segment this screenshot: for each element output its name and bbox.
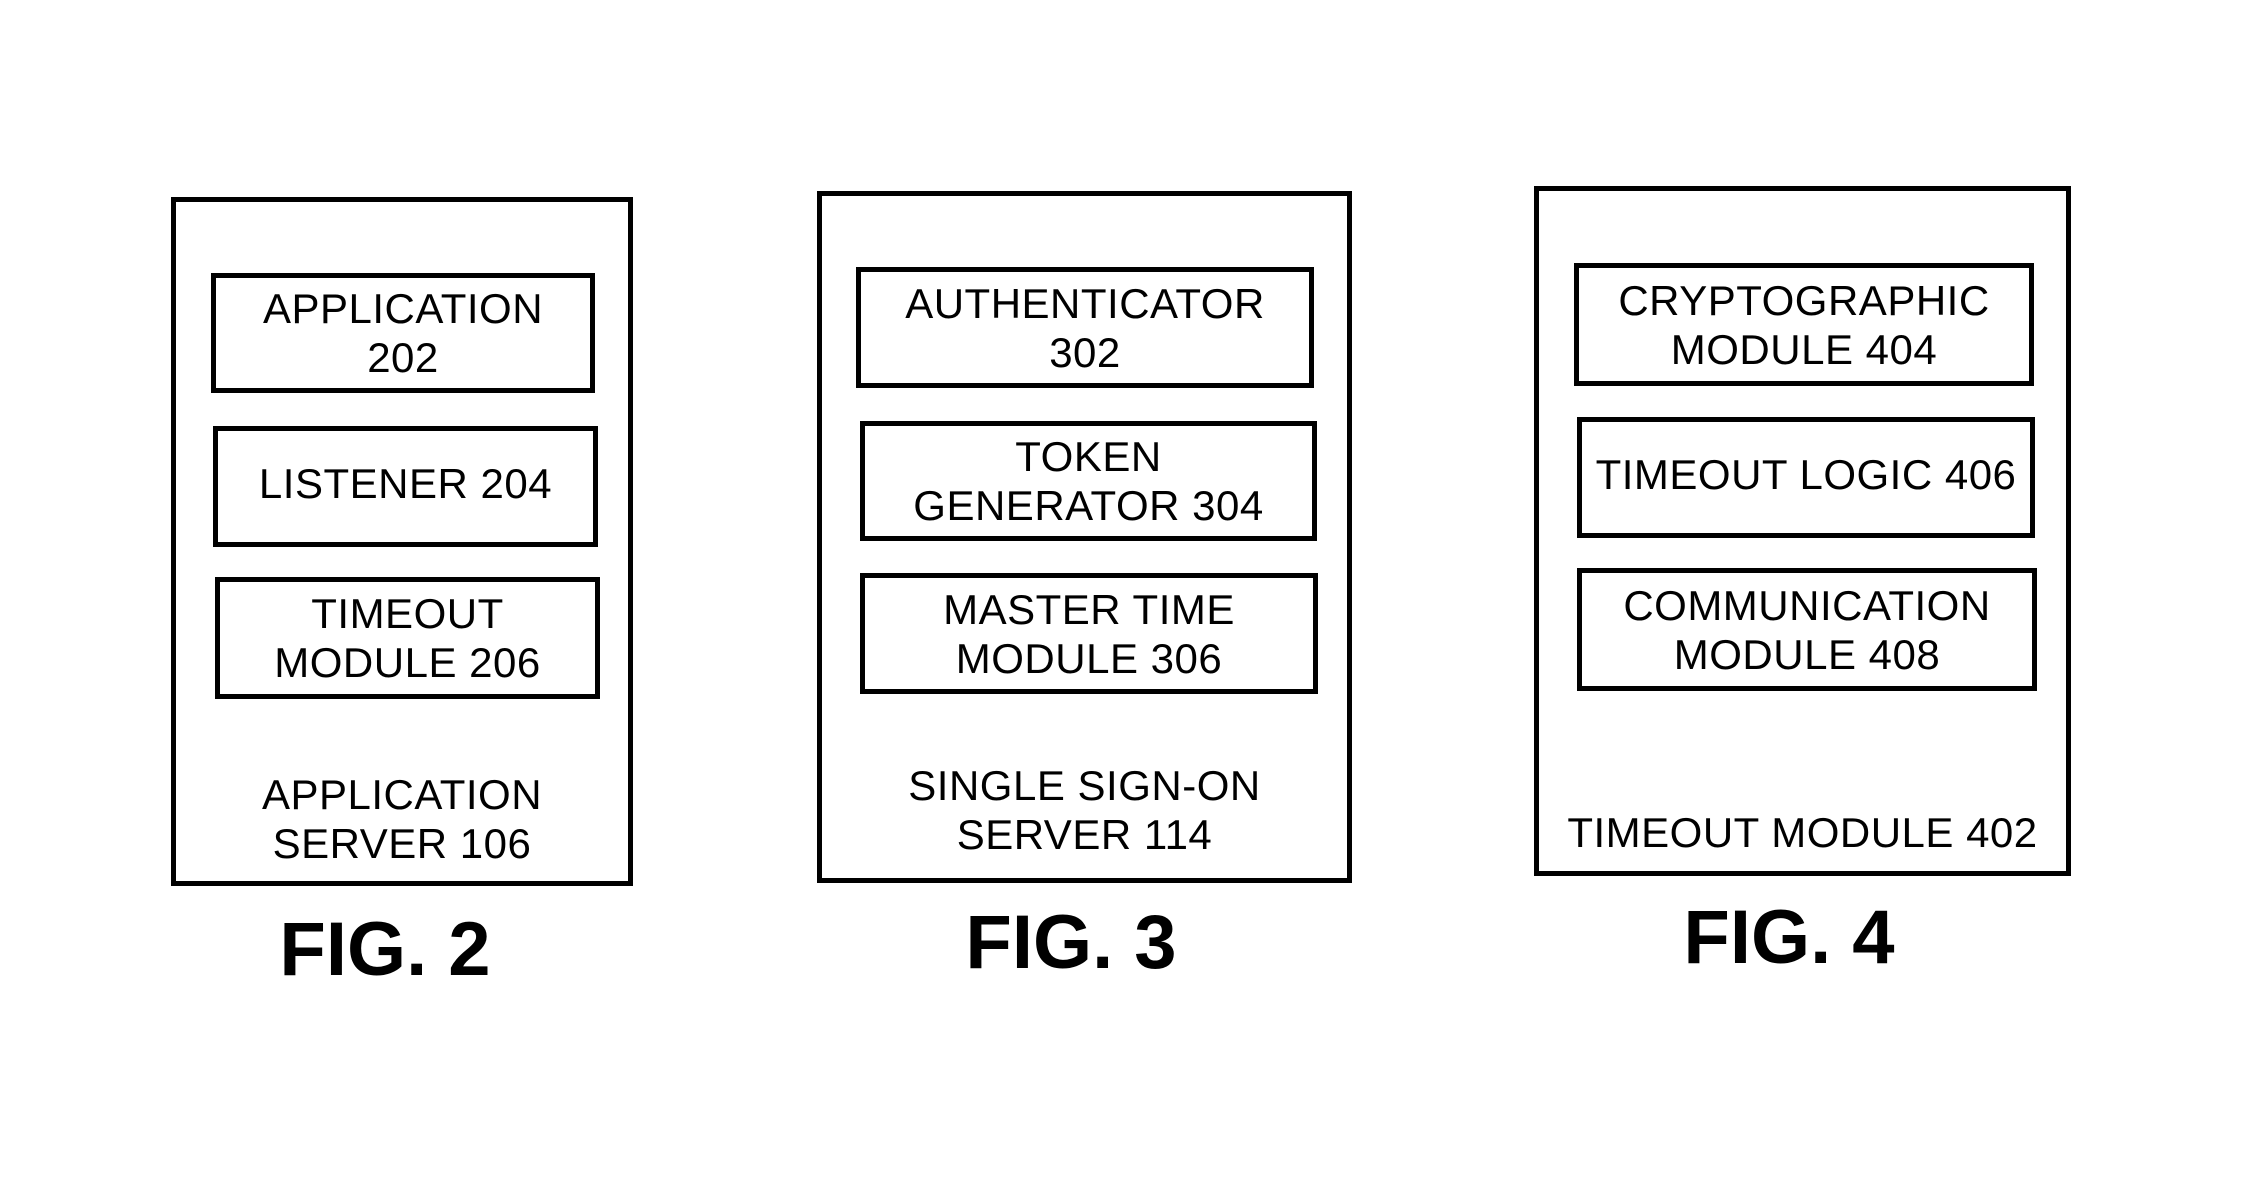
figure-label: FIG. 3 (965, 900, 1177, 985)
master-time-module-component: MASTER TIME MODULE 306 (860, 573, 1318, 694)
container-caption: TIMEOUT MODULE 402 (1539, 808, 2066, 857)
timeout-module-block: CRYPTOGRAPHIC MODULE 404 TIMEOUT LOGIC 4… (1534, 186, 2071, 876)
component-label-line1: TIMEOUT LOGIC 406 (1595, 451, 2017, 498)
timeout-logic-component: TIMEOUT LOGIC 406 (1577, 417, 2035, 538)
figure-label: FIG. 2 (279, 907, 491, 992)
component-label-line2: 202 (367, 334, 439, 381)
listener-component: LISTENER 204 (213, 426, 598, 547)
caption-line1: TIMEOUT MODULE 402 (1567, 809, 2038, 856)
single-sign-on-server-block: AUTHENTICATOR 302 TOKEN GENERATOR 304 MA… (817, 191, 1352, 883)
component-label-line1: LISTENER 204 (258, 460, 553, 507)
communication-module-component: COMMUNICATION MODULE 408 (1577, 568, 2037, 691)
container-caption: SINGLE SIGN-ON SERVER 114 (822, 761, 1347, 859)
token-generator-component: TOKEN GENERATOR 304 (860, 421, 1317, 541)
component-label-line2: 302 (1049, 328, 1121, 376)
component-label-line2: MODULE 306 (955, 634, 1223, 682)
component-label-line1: TOKEN (1015, 433, 1162, 480)
component-label-line1: AUTHENTICATOR (905, 279, 1265, 327)
component-label-line1: APPLICATION (262, 285, 544, 332)
component-label-line2: MODULE 408 (1673, 630, 1941, 678)
component-label-line1: COMMUNICATION (1623, 581, 1991, 629)
figure-label: FIG. 4 (1683, 895, 1895, 980)
application-component: APPLICATION 202 (211, 273, 595, 393)
application-server-block: APPLICATION 202 LISTENER 204 TIMEOUT MOD… (171, 197, 633, 886)
authenticator-component: AUTHENTICATOR 302 (856, 267, 1314, 388)
cryptographic-module-component: CRYPTOGRAPHIC MODULE 404 (1574, 263, 2034, 386)
component-label-line2: MODULE 404 (1670, 325, 1938, 373)
component-label-line1: MASTER TIME (943, 585, 1235, 633)
timeout-module-component: TIMEOUT MODULE 206 (215, 577, 600, 699)
container-caption: APPLICATION SERVER 106 (176, 770, 628, 868)
caption-line1: APPLICATION (261, 771, 543, 818)
component-label-line1: TIMEOUT (311, 590, 504, 637)
component-label-line2: GENERATOR 304 (913, 482, 1264, 529)
caption-line2: SERVER 106 (272, 820, 532, 867)
component-label-line2: MODULE 206 (274, 639, 541, 686)
component-label-line1: CRYPTOGRAPHIC (1618, 276, 1990, 324)
caption-line1: SINGLE SIGN-ON (908, 762, 1261, 809)
caption-line2: SERVER 114 (956, 811, 1213, 858)
